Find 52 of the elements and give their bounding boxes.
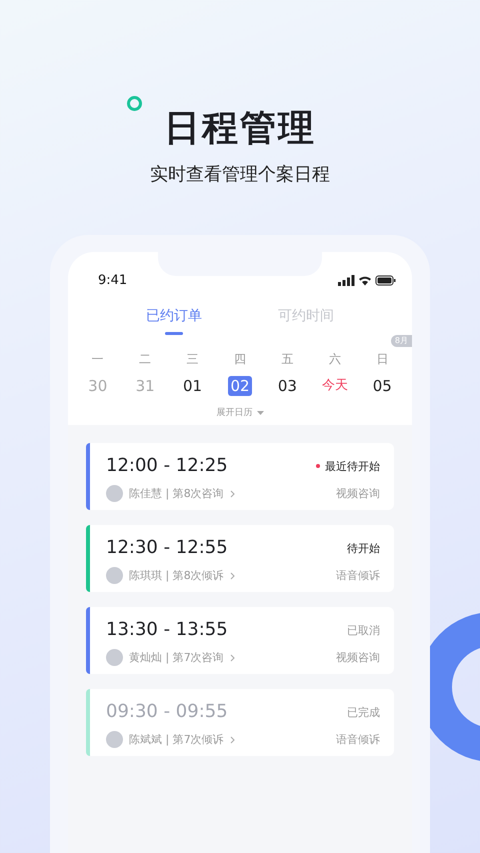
chevron-right-icon — [230, 490, 235, 498]
tab[interactable]: 已约订单 — [146, 305, 202, 335]
weekday-label: 二 — [139, 351, 152, 368]
alert-dot-icon — [316, 464, 320, 468]
date-item[interactable]: 31 — [134, 376, 157, 396]
avatar-circle — [106, 567, 123, 584]
appointment-time: 12:30 - 12:55 — [106, 536, 228, 560]
page-subtitle: 实时查看管理个案日程 — [150, 163, 330, 187]
appointment-time: 09:30 - 09:55 — [106, 700, 228, 724]
chevron-right-icon — [230, 654, 235, 662]
consult-type: 语音倾诉 — [336, 568, 380, 583]
appointment-card[interactable]: 13:30 - 13:55 已取消 黄灿灿 | 第7次咨询 视频咨询 — [86, 607, 394, 674]
date-item[interactable]: 05 — [370, 376, 394, 396]
chevron-right-icon — [230, 572, 235, 580]
avatar-circle — [106, 649, 123, 666]
ring-dot-icon — [127, 96, 142, 111]
date-item[interactable]: 30 — [86, 376, 110, 396]
appointment-status: 已取消 — [347, 622, 380, 638]
weekday-label: 三 — [186, 351, 199, 368]
page-title: 日程管理 — [164, 107, 316, 151]
caret-icon — [256, 410, 264, 414]
client-info: 黄灿灿 | 第7次咨询 — [129, 650, 224, 665]
avatar-circle — [106, 731, 123, 748]
weekday-label: 一 — [92, 351, 104, 368]
status-icons — [338, 274, 396, 286]
consult-type: 视频咨询 — [336, 650, 380, 665]
status-time: 9:41 — [98, 272, 128, 288]
date-item[interactable]: 01 — [181, 376, 204, 396]
chevron-right-icon — [230, 736, 235, 744]
avatar-circle — [106, 485, 123, 502]
client-info: 陈斌斌 | 第7次倾诉 — [129, 732, 224, 747]
month-badge: 8月 — [390, 335, 412, 347]
appointment-time: 13:30 - 13:55 — [106, 618, 228, 642]
client-info: 陈琪琪 | 第8次倾诉 — [129, 568, 224, 583]
appointment-status: 待开始 — [347, 540, 380, 556]
appointment-card[interactable]: 09:30 - 09:55 已完成 陈斌斌 | 第7次倾诉 语音倾诉 — [86, 689, 394, 756]
appointment-card[interactable]: 12:00 - 12:25 最近待开始 陈佳慧 | 第8次咨询 视频咨询 — [86, 443, 394, 510]
appointment-status: 已完成 — [347, 704, 380, 720]
date-item[interactable]: 今天 — [320, 376, 350, 396]
weekday-label: 五 — [281, 351, 294, 368]
weekday-label: 日 — [376, 351, 388, 368]
consult-type: 语音倾诉 — [336, 732, 380, 747]
date-item[interactable]: 03 — [276, 376, 299, 396]
appointment-card[interactable]: 12:30 - 12:55 待开始 陈琪琪 | 第8次倾诉 语音倾诉 — [86, 525, 394, 592]
consult-type: 视频咨询 — [336, 486, 380, 501]
client-info: 陈佳慧 | 第8次咨询 — [129, 486, 224, 501]
appointment-status: 最近待开始 — [325, 458, 380, 474]
weekday-label: 四 — [234, 351, 246, 368]
expand-calendar-button[interactable]: 展开日历 — [68, 396, 412, 425]
date-item[interactable]: 02 — [228, 376, 252, 396]
appointment-time: 12:00 - 12:25 — [106, 454, 228, 478]
weekday-label: 六 — [328, 351, 341, 368]
